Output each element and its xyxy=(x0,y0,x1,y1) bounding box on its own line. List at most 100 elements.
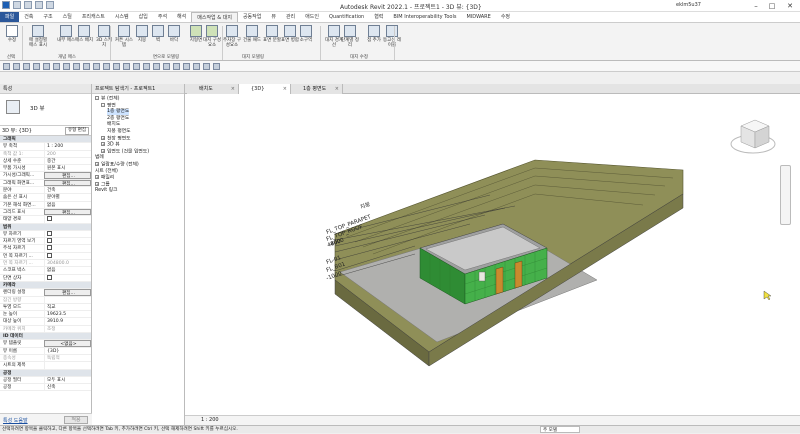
minimize-icon[interactable]: – xyxy=(750,1,762,11)
toolbar-icon[interactable] xyxy=(33,63,40,70)
properties-help-link[interactable]: 특성 도움말 xyxy=(3,417,28,424)
property-checkbox[interactable] xyxy=(47,216,52,222)
viewcube[interactable] xyxy=(730,119,776,154)
property-row[interactable]: 공정 필터 모두 표시 xyxy=(0,376,91,385)
view-tab[interactable]: 배치도 × xyxy=(187,84,239,94)
expand-toggle-icon[interactable]: + xyxy=(95,181,99,186)
toolbar-icon[interactable] xyxy=(63,63,70,70)
model-canvas[interactable]: 지붕 FL_TOP_PARAPET FL_TOP_ROOF 4800 4000 … xyxy=(185,94,800,415)
property-row[interactable]: 뷰 이름 {3D} xyxy=(0,347,91,355)
toolbar-icon[interactable] xyxy=(113,63,120,70)
close-tab-icon[interactable]: × xyxy=(335,84,339,94)
property-row[interactable]: 숨은 선 표시 분야별 xyxy=(0,194,91,202)
property-row[interactable]: 상세 수준 중간 xyxy=(0,157,91,166)
toolbar-icon[interactable] xyxy=(23,63,30,70)
property-value[interactable] xyxy=(44,230,91,238)
property-row[interactable]: 먼 쪽 자르기 ... xyxy=(0,252,91,261)
property-checkbox[interactable] xyxy=(47,274,52,280)
ribbon-button-18[interactable]: 점 추가 xyxy=(364,25,384,55)
property-row[interactable]: 부품 가시성 원본 표시 xyxy=(0,165,91,173)
browser-item[interactable]: 1층 평면도 xyxy=(107,109,130,116)
property-edit-button[interactable]: 편집... xyxy=(44,172,91,179)
ribbon-button-17[interactable]: 단계별 정리 xyxy=(340,25,360,55)
toolbar-icon[interactable] xyxy=(213,63,220,70)
tab-18[interactable]: 수정 xyxy=(496,12,515,22)
property-row[interactable]: 종속성 독립적 xyxy=(0,354,91,363)
level-label-0[interactable]: 지붕 xyxy=(359,200,371,211)
browser-item[interactable]: + 입면도 (건물 입면도) xyxy=(101,148,149,156)
view-scale[interactable]: 1 : 200 xyxy=(201,416,219,425)
ribbon-button-19[interactable]: 등고선 레이블 xyxy=(382,25,402,55)
property-row[interactable]: 분야 건축 xyxy=(0,187,91,195)
design-model[interactable]: 주 모델 xyxy=(540,426,580,433)
browser-item[interactable]: 지붕 평면도 xyxy=(107,129,131,135)
tab-13[interactable]: 애드인 xyxy=(300,12,324,22)
user-name[interactable]: eklm5u37 xyxy=(676,2,701,8)
view-tab[interactable]: {3D} × xyxy=(239,84,291,94)
ribbon-button-15[interactable]: 소구역 xyxy=(296,25,316,55)
tab-16[interactable]: BIM Interoperability Tools xyxy=(388,12,461,22)
expand-toggle-icon[interactable]: + xyxy=(101,135,105,140)
property-checkbox[interactable] xyxy=(47,238,52,244)
quick-access-icons[interactable] xyxy=(2,1,54,9)
property-checkbox[interactable] xyxy=(47,245,52,251)
toolbar-icon[interactable] xyxy=(83,63,90,70)
tab-1[interactable]: 건축 xyxy=(19,12,38,22)
property-checkbox[interactable] xyxy=(47,230,52,236)
toolbar-icon[interactable] xyxy=(143,63,150,70)
property-row[interactable]: 투영 모드 직교 xyxy=(0,303,91,312)
property-row[interactable]: 스코프 박스 없음 xyxy=(0,267,91,275)
property-row[interactable]: 대상 높이 3910.9 xyxy=(0,318,91,326)
tab-12[interactable]: 관리 xyxy=(281,12,300,22)
ribbon-button-12[interactable]: 건물 패드 xyxy=(242,25,262,55)
property-row[interactable]: 뷰 템플릿 <없음> xyxy=(0,340,91,348)
close-icon[interactable]: ✕ xyxy=(784,1,796,11)
ribbon-button-4[interactable]: 3D 스케치 xyxy=(94,25,114,55)
tab-3[interactable]: 스틸 xyxy=(58,12,77,22)
expand-toggle-icon[interactable]: - xyxy=(101,102,105,107)
redo-icon[interactable] xyxy=(46,1,54,9)
toolbar-icon[interactable] xyxy=(93,63,100,70)
browser-item[interactable]: 배치도 xyxy=(107,122,120,128)
toolbar-icon[interactable] xyxy=(123,63,130,70)
toolbar-icon[interactable] xyxy=(3,63,10,70)
property-category[interactable]: 카메라 xyxy=(0,281,91,290)
toolbar-icon[interactable] xyxy=(183,63,190,70)
property-row[interactable]: 뷰 자르기 xyxy=(0,230,91,239)
ribbon-button-13[interactable]: 표면 분할 xyxy=(262,25,282,55)
toolbar-icon[interactable] xyxy=(173,63,180,70)
toolbar-icon[interactable] xyxy=(13,63,20,70)
tab-14[interactable]: Quantification xyxy=(324,12,369,22)
tab-5[interactable]: 시스템 xyxy=(110,12,134,22)
maximize-icon[interactable]: □ xyxy=(766,1,778,11)
toolbar-icon[interactable] xyxy=(153,63,160,70)
property-value[interactable] xyxy=(44,245,91,252)
browser-item[interactable]: Revit 링크 xyxy=(95,188,117,194)
tab-7[interactable]: 주석 xyxy=(153,12,172,22)
expand-toggle-icon[interactable]: + xyxy=(101,148,105,153)
property-edit-button[interactable]: 편집... xyxy=(44,179,91,187)
open-icon[interactable] xyxy=(13,1,21,9)
expand-toggle-icon[interactable]: + xyxy=(101,142,105,147)
property-checkbox[interactable] xyxy=(47,252,52,258)
ribbon-button-1[interactable]: 매 설정별 매스 표시 xyxy=(28,25,48,55)
save-icon[interactable] xyxy=(24,1,32,9)
browser-item[interactable]: +3D 뷰 xyxy=(101,142,120,149)
property-row[interactable]: 단면 상자 xyxy=(0,274,91,282)
property-row[interactable]: 주석 자르기 xyxy=(0,245,91,253)
toolbar-icon[interactable] xyxy=(103,63,110,70)
tab-0[interactable]: 파일 xyxy=(0,12,20,22)
tab-4[interactable]: 프리캐스트 xyxy=(77,12,110,22)
ribbon-button-5[interactable]: 커튼 시스템 xyxy=(114,25,134,55)
edit-type-button[interactable]: 유형 편집 xyxy=(65,127,89,135)
toolbar-icon[interactable] xyxy=(193,63,200,70)
property-row[interactable]: 자르기 영역 보기 xyxy=(0,238,91,246)
property-value[interactable] xyxy=(44,274,91,281)
ribbon-button-11[interactable]: 주차장 구성요소 xyxy=(222,25,242,55)
ribbon-button-3[interactable]: 매스 배치 xyxy=(74,25,94,55)
property-row[interactable]: 렌더링 설정 편집... xyxy=(0,289,91,297)
tab-17[interactable]: MIDWARE xyxy=(461,12,495,22)
expand-toggle-icon[interactable]: - xyxy=(95,96,99,100)
property-row[interactable]: 그래픽 화면표... 편집... xyxy=(0,179,91,188)
tab-2[interactable]: 구조 xyxy=(38,12,57,22)
